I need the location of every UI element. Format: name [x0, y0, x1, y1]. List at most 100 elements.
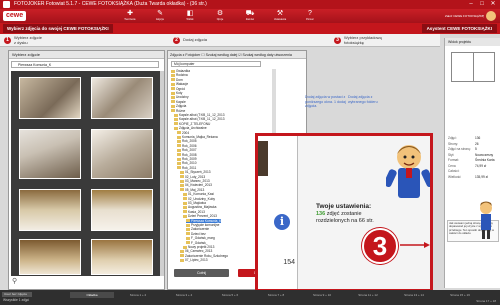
photo-preview-fragment	[258, 141, 268, 176]
tree-folder-item[interactable]: Zakończenie Roku_Szkolnego	[180, 254, 228, 258]
page-cell[interactable]: Okładka	[70, 292, 114, 298]
photo-thumbnail[interactable]	[91, 239, 153, 275]
tree-folder-item[interactable]: 01_Komunia_Kasi	[183, 192, 214, 196]
toolbar-button-1[interactable]: ✎ Edycja	[150, 10, 170, 22]
tree-folder-item[interactable]: F_Gdańsk_marg	[186, 236, 215, 240]
tree-folder-item[interactable]: Dom	[171, 78, 183, 82]
folder-icon	[180, 184, 184, 188]
folder-icon	[186, 219, 190, 223]
page-cell[interactable]: Strona 11 + 12	[346, 292, 390, 298]
toolbar-button-2[interactable]: ◧ Widok	[180, 10, 200, 22]
book-preview	[451, 52, 495, 82]
remove-empty-button[interactable]: Usuń bez zdjęcia	[2, 292, 32, 297]
tree-folder-item[interactable]: Ogród	[171, 87, 185, 91]
tree-folder-item[interactable]: Rok_2009	[177, 157, 197, 161]
tree-folder-item[interactable]: 01_Styczeń_2013	[180, 170, 211, 174]
settings-popup: i 154 Twoje ustawienia: 136 zdjęć zostan…	[255, 133, 433, 292]
tree-folder-item[interactable]: Przyjęcie komunijne	[186, 223, 219, 227]
toolbar-button-4[interactable]: ⛟ Zamów	[240, 10, 260, 22]
photo-thumbnail-grid[interactable]	[11, 71, 161, 276]
tree-folder-item[interactable]: Kapsle albut (T:KB_11_12_2013	[174, 117, 224, 121]
tree-folder-item[interactable]: Dzień Prezent_2013	[183, 214, 217, 218]
page-cell-last[interactable]: Strona 17 + 18	[476, 299, 496, 303]
tree-folder-item[interactable]: Rok_2006	[177, 144, 197, 148]
minimize-icon[interactable]: –	[466, 1, 476, 8]
tree-folder-item[interactable]: KOPIE_Z TELEFONU	[174, 122, 210, 126]
tree-folder-item[interactable]: Koty	[171, 91, 182, 95]
tree-folder-label: KOPIE_Z TELEFONU	[179, 121, 211, 126]
tree-folder-item[interactable]: Rok_2005	[177, 139, 197, 143]
tree-folder-item[interactable]: 04_Kwiecień_2013	[180, 183, 212, 187]
tree-folder-item[interactable]: Rok_2010	[177, 161, 197, 165]
tree-folder-label: 03_Marzec_2013	[185, 179, 210, 183]
tree-folder-item[interactable]: 02_Urodziny_Kuby	[183, 197, 215, 201]
tree-folder-item[interactable]: Zdjęcia	[171, 104, 186, 108]
toolbar-button-5[interactable]: ⚒ Ustawienia	[270, 10, 290, 22]
step-3-label: Wybierz przykładową fotoksiążkę	[344, 35, 382, 45]
step-3-sub: fotoksiążkę	[344, 39, 365, 45]
tree-folder-item[interactable]: 02_Luty_2013	[180, 175, 205, 179]
tree-folder-item[interactable]: Rodzina	[171, 73, 188, 77]
tree-folder-item[interactable]: Rok_2007	[177, 148, 197, 152]
step-1-sub: z dysku	[14, 39, 28, 45]
tree-folder-item[interactable]: 03_Marzec_2013	[180, 179, 210, 183]
tree-folder-item[interactable]: Nowy projekt 2013	[183, 245, 214, 249]
toolbar-button-6[interactable]: ? Pomoc	[300, 10, 320, 22]
info-icon[interactable]: i	[274, 214, 290, 230]
page-cell[interactable]: Strona 5 + 6	[208, 292, 252, 298]
tree-folder-item[interactable]: Dzieci bez	[186, 232, 206, 236]
popup-message-text: zdjęć zostanie rozdzielonych na 66 str.	[316, 211, 374, 224]
close-icon[interactable]: ✕	[488, 1, 498, 8]
photo-thumbnail[interactable]	[91, 129, 153, 179]
tree-folder-item[interactable]: 07_Lipiec_2013	[180, 258, 208, 262]
tree-folder-item[interactable]: Kasia_2013	[183, 210, 205, 214]
tree-folder-item[interactable]: Rok_2008	[177, 153, 197, 157]
toolbar-button-0[interactable]: ✚ Tworzenie	[120, 10, 140, 22]
tree-folder-item[interactable]: 03_Majówka	[183, 201, 206, 205]
tree-folder-item[interactable]: Kapsle albut (T:KB_11_12_2013	[174, 113, 224, 117]
photo-thumbnail[interactable]	[19, 77, 81, 119]
tree-folder-item[interactable]: Pierwsza Komunia_K	[186, 218, 222, 223]
back-button[interactable]: Cofnij	[174, 269, 229, 277]
assistant-area[interactable]: Załóż CEWE FOTOKSIĄŻKĘ	[445, 11, 496, 21]
page-cell[interactable]: Strona 7 + 8	[254, 292, 298, 298]
tree-folder-item[interactable]: Gwiazdka	[171, 69, 190, 73]
toolbar-button-3[interactable]: ⚙ Opcje	[210, 10, 230, 22]
add-photos-hint[interactable]: Dodaj zdjęcia w postaci z poniższego okn…	[305, 95, 347, 111]
photo-thumbnail[interactable]	[19, 189, 81, 231]
photo-thumbnail[interactable]	[19, 239, 81, 275]
tree-folder-item[interactable]: Augustów_Majówka	[183, 205, 216, 209]
page-cell[interactable]: Strona 3 + 4	[162, 292, 206, 298]
maximize-icon[interactable]: □	[477, 1, 487, 8]
tree-folder-item[interactable]: 05_Maj_2013	[180, 188, 204, 192]
folder-icon	[180, 254, 184, 258]
tree-folder-item[interactable]: Zakończenie	[186, 227, 209, 231]
zoom-icon[interactable]: ⚲	[12, 278, 22, 286]
page-cell[interactable]: Strona 1 + 2	[116, 292, 160, 298]
tree-folder-item[interactable]: Różne	[171, 109, 185, 113]
title-bar: FOTOJOKER Fotowiat 5.1.7 - CEWE FOTOKSIĄ…	[0, 0, 500, 9]
photo-thumbnail[interactable]	[91, 189, 153, 231]
tree-folder-item[interactable]: Zdjęcia_Archiwalne	[174, 126, 207, 130]
folder-icon	[171, 104, 175, 108]
photo-grid-scrollbar[interactable]	[160, 71, 164, 276]
photo-thumbnail[interactable]	[91, 77, 153, 119]
tree-folder-item[interactable]: Kapsle	[171, 100, 186, 104]
drive-selector[interactable]: Mój komputer	[171, 61, 261, 67]
popup-side-strip: i 154	[258, 136, 298, 289]
tree-folder-item[interactable]: Rok_2011	[177, 166, 196, 170]
page-cell[interactable]: Strona 13 + 14	[392, 292, 436, 298]
photo-thumbnail[interactable]	[19, 129, 81, 179]
tree-folder-item[interactable]: 2004	[177, 131, 189, 135]
property-label: Styl:	[448, 152, 455, 157]
current-folder-field[interactable]: Pierwsza Komunia_K	[11, 61, 159, 68]
page-cell[interactable]: Strona 15 + 16	[438, 292, 482, 298]
add-folder-hint[interactable]: Dodaj zdjęcia z wybranego folderu	[348, 95, 386, 111]
property-label: Zdjęć na stronę:	[448, 147, 471, 151]
tree-folder-item[interactable]: Wakacje	[171, 82, 188, 86]
tree-folder-item[interactable]: F_Gdańsk_	[186, 241, 207, 245]
tree-folder-item[interactable]: Urodziny	[171, 95, 189, 99]
page-cell[interactable]: Strona 9 + 10	[300, 292, 344, 298]
tree-folder-item[interactable]: Komunia_Majka_Reżana	[177, 135, 218, 139]
tree-folder-item[interactable]: 06_Czerwiec_2013	[180, 249, 212, 253]
